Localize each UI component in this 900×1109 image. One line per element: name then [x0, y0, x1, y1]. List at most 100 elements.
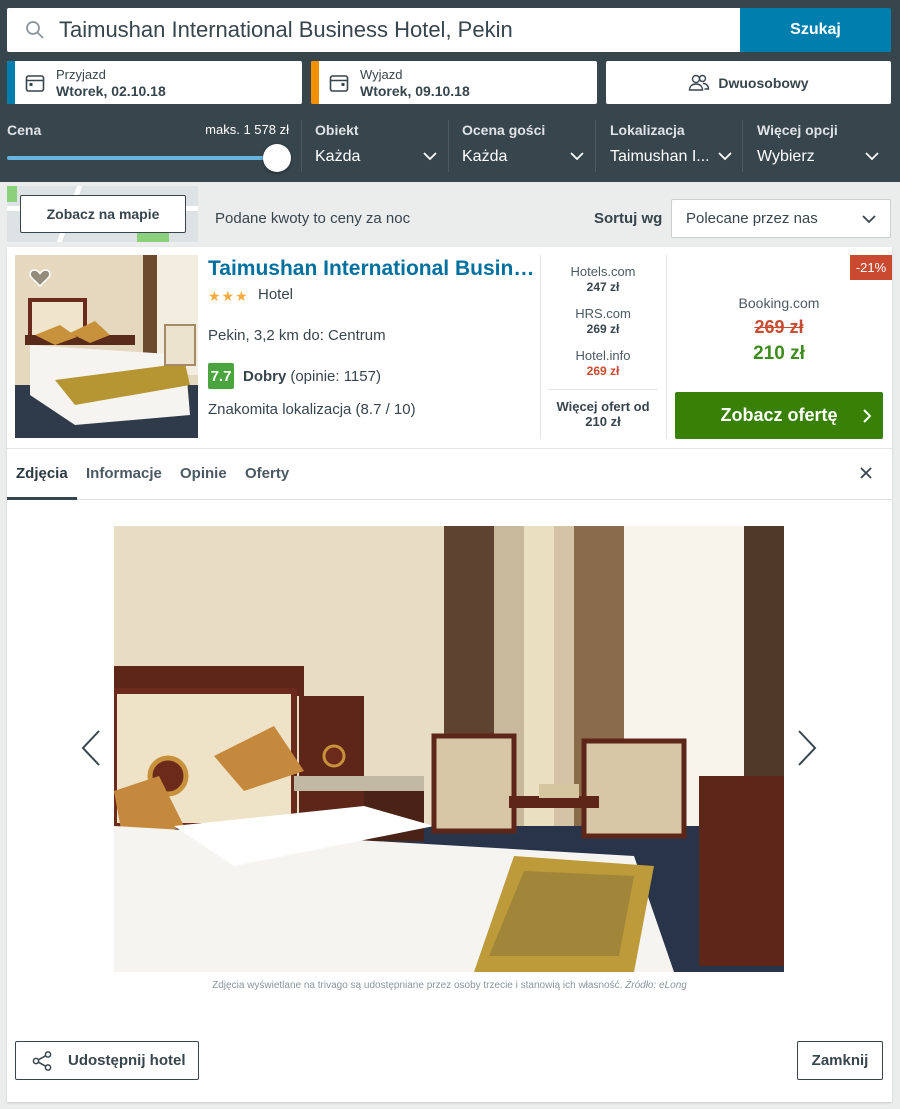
- room-type-selector[interactable]: Dwuosobowy: [606, 61, 891, 104]
- partner-offer[interactable]: HRS.com 269 zł: [548, 306, 658, 336]
- close-icon[interactable]: [859, 466, 873, 480]
- partner-name: Hotels.com: [570, 264, 636, 279]
- tab-info[interactable]: Informacje: [86, 465, 162, 482]
- price-max-value: maks. 1 578 zł: [205, 122, 289, 137]
- hotel-location[interactable]: Pekin, 3,2 km do: Centrum: [208, 327, 386, 344]
- chevron-left-icon[interactable]: [81, 729, 101, 767]
- filter-value: Każda: [462, 148, 508, 165]
- partner-price: 247 zł: [586, 280, 620, 294]
- hotel-name-link[interactable]: Taimushan International Business Hotel: [208, 257, 538, 281]
- price-note: Podane kwoty to ceny za noc: [215, 210, 411, 227]
- chevron-right-icon: [863, 409, 871, 423]
- detail-tabs: Zdjęcia Informacje Opinie Oferty: [7, 448, 892, 500]
- discount-badge: -21%: [850, 255, 892, 280]
- search-query: Taimushan International Business Hotel, …: [59, 17, 513, 42]
- calendar-icon: [329, 74, 349, 92]
- share-hotel-label: Udostępnij hotel: [68, 1052, 186, 1069]
- filter-obiekt[interactable]: Obiekt Każda: [315, 122, 437, 166]
- sort-select[interactable]: Polecane przez nas: [671, 199, 891, 238]
- sort-value: Polecane przez nas: [686, 210, 818, 227]
- view-map-button[interactable]: Zobacz na mapie: [20, 195, 186, 233]
- partner-price: 269 zł: [586, 364, 620, 378]
- tab-photos[interactable]: Zdjęcia: [16, 465, 68, 482]
- price-slider-track[interactable]: [7, 156, 277, 160]
- checkout-accent: [311, 61, 319, 104]
- chevron-down-icon: [862, 215, 876, 224]
- checkout-value: Wtorek, 09.10.18: [360, 82, 470, 99]
- more-offers-price: 210 zł: [585, 414, 621, 429]
- best-price: 210 zł: [753, 343, 805, 364]
- filter-wiecej-opcji[interactable]: Więcej opcji Wybierz: [757, 122, 879, 166]
- photo-credit-text: Zdjęcia wyświetlane na trivago są udostę…: [212, 980, 623, 991]
- room-type-label: Dwuosobowy: [718, 74, 809, 91]
- view-deal-button[interactable]: Zobacz ofertę: [675, 392, 883, 439]
- rating-score-badge: 7.7: [208, 363, 234, 389]
- hotel-type: Hotel: [258, 286, 294, 303]
- partner-price: 269 zł: [586, 322, 620, 336]
- hotel-room-photo: [114, 526, 784, 972]
- filter-value: Wybierz: [757, 148, 815, 165]
- filter-divider: [448, 120, 449, 172]
- best-deal-partner: Booking.com: [738, 295, 820, 311]
- filter-label: Obiekt: [315, 122, 359, 138]
- checkout-label: Wyjazd: [360, 66, 403, 82]
- photo-credit-source: Źródło: eLong: [625, 980, 687, 991]
- hotel-thumbnail[interactable]: [15, 255, 198, 438]
- filter-label: Więcej opcji: [757, 122, 838, 138]
- calendar-icon: [25, 74, 45, 92]
- chevron-down-icon: [423, 152, 437, 161]
- filter-label: Lokalizacja: [610, 122, 685, 138]
- filter-value: Taimushan I...: [610, 148, 710, 165]
- search-header: Taimushan International Business Hotel, …: [0, 0, 900, 182]
- checkin-accent: [7, 61, 15, 104]
- hotel-card: Taimushan International Business Hotel ★…: [7, 247, 892, 1102]
- hotel-rating[interactable]: 7.7 Dobry (opinie: 1157): [208, 363, 381, 389]
- sort-label: Sortuj wg: [594, 210, 663, 227]
- search-icon: [26, 21, 44, 39]
- chevron-down-icon: [718, 152, 732, 161]
- close-button[interactable]: Zamknij: [797, 1041, 883, 1080]
- photo-credit: Zdjęcia wyświetlane na trivago są udostę…: [7, 980, 892, 991]
- partner-offer[interactable]: Hotels.com 247 zł: [548, 264, 658, 294]
- filter-divider: [301, 120, 302, 172]
- hotel-stars: ★★★: [208, 288, 249, 304]
- filter-divider: [742, 120, 743, 172]
- chevron-down-icon: [570, 152, 584, 161]
- checkout-date-field[interactable]: Wyjazd Wtorek, 09.10.18: [311, 61, 597, 104]
- more-offers-link[interactable]: Więcej ofert od 210 zł: [548, 389, 658, 429]
- guests-icon: [689, 74, 710, 91]
- old-price: 269 zł: [754, 317, 804, 337]
- chevron-right-icon[interactable]: [797, 729, 817, 767]
- share-icon: [32, 1050, 52, 1071]
- rating-word: Dobry: [243, 367, 287, 385]
- checkin-label: Przyjazd: [56, 66, 106, 82]
- favorite-heart-icon[interactable]: [29, 268, 51, 288]
- filter-divider: [595, 120, 596, 172]
- partner-offer[interactable]: Hotel.info 269 zł: [548, 348, 658, 378]
- active-tab-indicator: [7, 497, 77, 500]
- hotel-highlight: Znakomita lokalizacja (8.7 / 10): [208, 401, 416, 418]
- rating-count: (opinie: 1157): [290, 367, 381, 385]
- column-divider: [540, 255, 541, 439]
- column-divider: [666, 255, 667, 439]
- map-park: [7, 186, 17, 202]
- more-offers-label: Więcej ofert od: [556, 399, 650, 414]
- search-input[interactable]: Taimushan International Business Hotel, …: [7, 8, 741, 52]
- price-filter[interactable]: Cena maks. 1 578 zł: [7, 122, 291, 172]
- filter-lokalizacja[interactable]: Lokalizacja Taimushan I...: [610, 122, 732, 166]
- search-button[interactable]: Szukaj: [740, 8, 891, 52]
- checkin-date-field[interactable]: Przyjazd Wtorek, 02.10.18: [7, 61, 302, 104]
- share-hotel-button[interactable]: Udostępnij hotel: [15, 1041, 199, 1080]
- filter-value: Każda: [315, 148, 361, 165]
- gallery-main-photo: [114, 526, 784, 972]
- filter-label: Ocena gości: [462, 122, 546, 138]
- view-deal-label: Zobacz ofertę: [720, 405, 838, 425]
- price-slider-handle[interactable]: [263, 144, 291, 172]
- checkin-value: Wtorek, 02.10.18: [56, 82, 166, 99]
- tab-deals[interactable]: Oferty: [245, 465, 289, 482]
- partner-name: HRS.com: [575, 306, 631, 321]
- partner-name: Hotel.info: [575, 348, 631, 363]
- tab-reviews[interactable]: Opinie: [180, 465, 227, 482]
- chevron-down-icon: [865, 152, 879, 161]
- filter-ocena-gosci[interactable]: Ocena gości Każda: [462, 122, 584, 166]
